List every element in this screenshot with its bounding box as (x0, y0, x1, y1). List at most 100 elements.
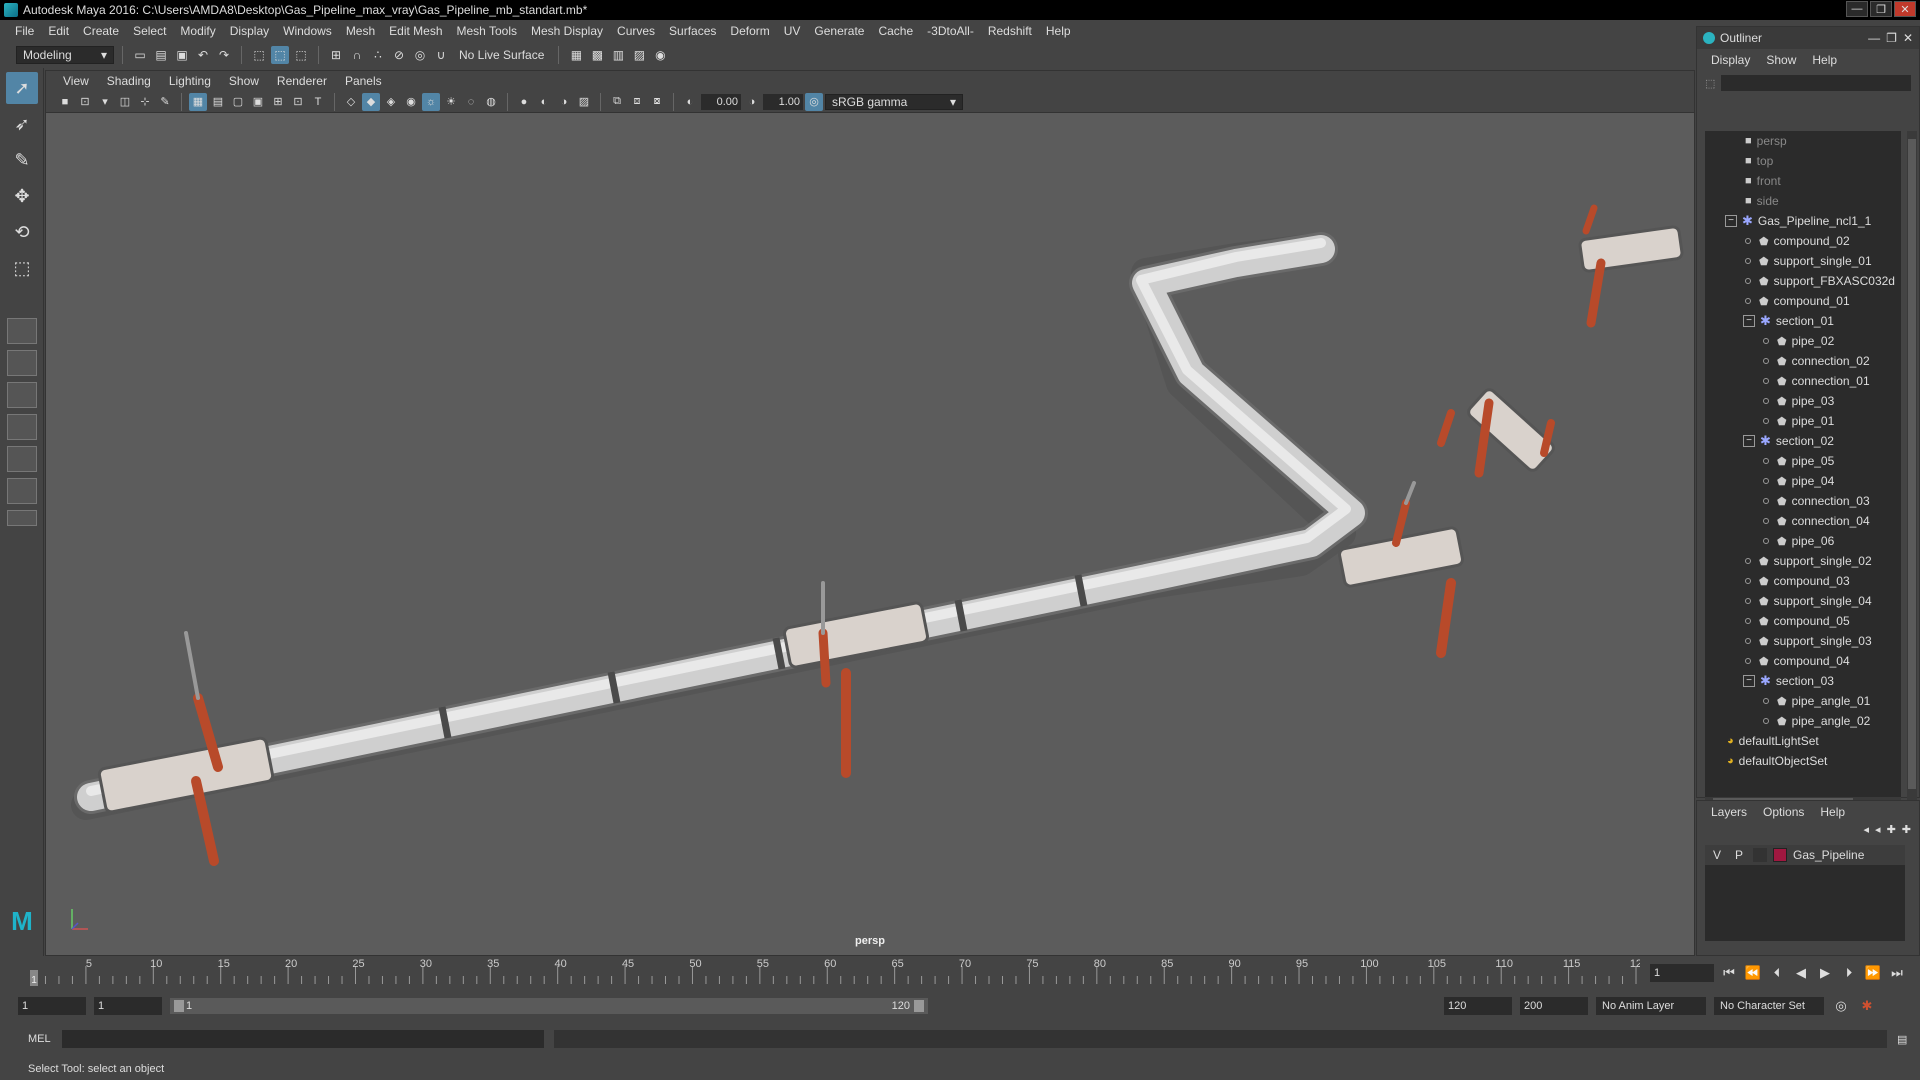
collapse-icon[interactable]: − (1743, 435, 1755, 447)
shadows-icon[interactable]: ☀ (442, 93, 460, 111)
snap-point-icon[interactable]: ∴ (369, 46, 387, 64)
camera-attributes-icon[interactable]: ⊡ (76, 93, 94, 111)
layout-single-icon[interactable] (7, 318, 37, 344)
close-icon[interactable]: ✕ (1903, 31, 1913, 45)
rotate-tool-icon[interactable]: ⟲ (6, 216, 38, 248)
move-tool-icon[interactable]: ✥ (6, 180, 38, 212)
menu-deform[interactable]: Deform (723, 24, 776, 38)
select-component-icon[interactable]: ⬚ (292, 46, 310, 64)
outliner-vertical-scrollbar[interactable] (1907, 131, 1917, 807)
collapse-icon[interactable]: − (1743, 675, 1755, 687)
outliner-item[interactable]: ⬟ pipe_angle_01 (1705, 691, 1901, 711)
outliner-item[interactable]: ⬟ connection_02 (1705, 351, 1901, 371)
layer-menu-help[interactable]: Help (1812, 805, 1853, 819)
safe-action-icon[interactable]: ⊡ (289, 93, 307, 111)
layer-display-type[interactable] (1753, 848, 1767, 862)
auto-key-icon[interactable]: ◎ (1832, 998, 1850, 1014)
step-back-key-icon[interactable]: ⏪ (1744, 965, 1762, 981)
layout-persp-graph-icon[interactable] (7, 446, 37, 472)
smooth-shade-icon[interactable]: ◆ (362, 92, 380, 111)
viewport-menu-view[interactable]: View (54, 74, 98, 88)
render-frame-icon[interactable]: ▩ (588, 46, 606, 64)
isolate-select-icon[interactable]: ◑ (555, 93, 573, 111)
outliner-item[interactable]: ⬟ support_single_03 (1705, 631, 1901, 651)
range-end-handle[interactable] (914, 1000, 924, 1012)
xray-joints-icon[interactable]: ⧉ (608, 93, 626, 111)
menu-help[interactable]: Help (1039, 24, 1078, 38)
select-object-icon[interactable]: ⬚ (271, 46, 289, 64)
menu-uv[interactable]: UV (777, 24, 808, 38)
playback-start-field[interactable]: 1 (94, 997, 162, 1015)
menu-display[interactable]: Display (223, 24, 276, 38)
outliner-item[interactable]: ◕ defaultObjectSet (1705, 751, 1901, 771)
viewport-menu-lighting[interactable]: Lighting (160, 74, 220, 88)
outliner-item[interactable]: ⬟ connection_03 (1705, 491, 1901, 511)
outliner-tree[interactable]: ■ persp ■ top ■ front ■ side − ✱ Gas_Pipeline_ncl1… (1705, 131, 1901, 807)
xray-components-icon[interactable]: ⧈ (628, 93, 646, 111)
minimize-icon[interactable]: — (1868, 31, 1880, 45)
new-layer-selected-icon[interactable]: ✚ (1902, 823, 1911, 843)
undo-icon[interactable]: ↶ (194, 46, 212, 64)
outliner-item[interactable]: − ✱ Gas_Pipeline_ncl1_1 (1705, 211, 1901, 231)
pipeline-scene[interactable] (46, 113, 1694, 955)
save-scene-icon[interactable]: ▣ (173, 46, 191, 64)
layout-side-by-side-icon[interactable] (7, 382, 37, 408)
outliner-menu-display[interactable]: Display (1703, 53, 1758, 67)
outliner-menu-help[interactable]: Help (1804, 53, 1845, 67)
safe-title-icon[interactable]: T (309, 93, 327, 111)
close-button[interactable]: ✕ (1894, 1, 1916, 17)
grid-icon[interactable]: ▦ (189, 92, 207, 111)
menu-mesh-display[interactable]: Mesh Display (524, 24, 610, 38)
select-hierarchy-icon[interactable]: ⬚ (250, 46, 268, 64)
menu-surfaces[interactable]: Surfaces (662, 24, 723, 38)
menu-set-dropdown[interactable]: Modeling ▾ (16, 46, 114, 64)
outliner-item[interactable]: ⬟ pipe_06 (1705, 531, 1901, 551)
exposure-icon[interactable]: ◐ (681, 93, 699, 111)
paint-select-tool-icon[interactable]: ✎ (6, 144, 38, 176)
play-backwards-icon[interactable]: ◀ (1792, 965, 1810, 981)
menu-windows[interactable]: Windows (276, 24, 339, 38)
camera-icon[interactable]: ■ (56, 93, 74, 111)
menu-mesh-tools[interactable]: Mesh Tools (450, 24, 524, 38)
script-editor-icon[interactable]: ▤ (1897, 1033, 1907, 1046)
animation-preferences-icon[interactable]: ✱ (1858, 998, 1876, 1014)
grease-pencil-icon[interactable]: ✎ (156, 93, 174, 111)
viewport-menu-renderer[interactable]: Renderer (268, 74, 336, 88)
menu-create[interactable]: Create (76, 24, 126, 38)
outliner-item[interactable]: ⬟ compound_05 (1705, 611, 1901, 631)
new-scene-icon[interactable]: ▭ (131, 46, 149, 64)
magnet-icon[interactable]: ∪ (432, 46, 450, 64)
textured-icon[interactable]: ◉ (402, 93, 420, 111)
move-layer-down-icon[interactable]: ◂ (1875, 823, 1881, 843)
go-to-end-icon[interactable]: ⏭ (1888, 965, 1906, 981)
outliner-item[interactable]: ⬟ compound_01 (1705, 291, 1901, 311)
gamma-field[interactable]: 1.00 (763, 93, 803, 110)
outliner-item[interactable]: ⬟ pipe_05 (1705, 451, 1901, 471)
layer-row[interactable]: V P Gas_Pipeline (1705, 845, 1905, 865)
resolution-gate-icon[interactable]: ▢ (229, 93, 247, 111)
minimize-button[interactable]: — (1846, 1, 1868, 17)
outliner-item[interactable]: ⬟ compound_02 (1705, 231, 1901, 251)
time-slider[interactable]: 5 10 15 20 25 30 35 40 45 50 55 60 65 70 75 80 85 90 95 100… (0, 956, 1920, 986)
outliner-item[interactable]: − ✱ section_03 (1705, 671, 1901, 691)
layout-expand-icon[interactable] (7, 510, 37, 526)
menu-modify[interactable]: Modify (173, 24, 222, 38)
snap-grid-icon[interactable]: ⊞ (327, 46, 345, 64)
outliner-item[interactable]: − ✱ section_01 (1705, 311, 1901, 331)
go-to-start-icon[interactable]: ⏮ (1720, 965, 1738, 981)
outliner-search-input[interactable] (1721, 75, 1911, 91)
outliner-item[interactable]: ⬟ pipe_01 (1705, 411, 1901, 431)
render-settings-icon[interactable]: ▦ (567, 46, 585, 64)
viewport-menu-show[interactable]: Show (220, 74, 268, 88)
outliner-item[interactable]: ■ persp (1705, 131, 1901, 151)
menu-mesh[interactable]: Mesh (339, 24, 382, 38)
x-ray-icon[interactable]: ▨ (575, 93, 593, 111)
motion-blur-icon[interactable]: ◍ (482, 93, 500, 111)
range-start-handle[interactable] (174, 1000, 184, 1012)
menu-generate[interactable]: Generate (807, 24, 871, 38)
layout-persp-outliner-icon[interactable] (7, 414, 37, 440)
menu-file[interactable]: File (8, 24, 41, 38)
outliner-item[interactable]: ◕ defaultLightSet (1705, 731, 1901, 751)
field-chart-icon[interactable]: ⊞ (269, 93, 287, 111)
ipr-render-icon[interactable]: ▥ (609, 46, 627, 64)
